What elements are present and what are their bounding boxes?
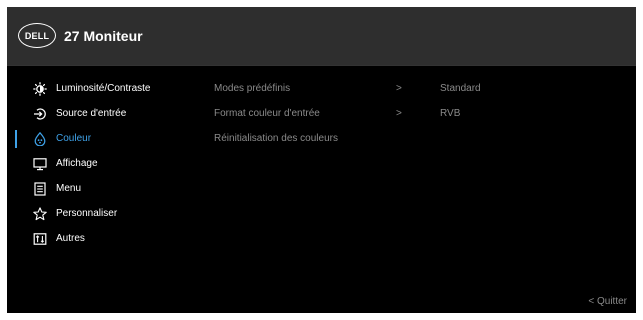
color-submenu: Modes prédéfinis > Standard Format coule… [214, 76, 634, 151]
input-source-icon [33, 107, 47, 121]
submenu-row-input-color-format[interactable]: Format couleur d'entrée > RVB [214, 101, 634, 126]
display-icon [33, 157, 47, 171]
dell-logo: DELL [18, 23, 56, 48]
monitor-osd: DELL 27 Moniteur Luminosité/Contraste So… [7, 7, 636, 313]
menu-item-label: Affichage [56, 158, 98, 169]
menu-item-input-source[interactable]: Source d'entrée [7, 101, 207, 126]
menu-list-icon [33, 182, 47, 196]
star-icon [33, 207, 47, 221]
monitor-title: 27 Moniteur [64, 28, 143, 44]
menu-item-color[interactable]: Couleur [7, 126, 207, 151]
chevron-right-icon: > [396, 83, 402, 94]
submenu-row-preset-modes[interactable]: Modes prédéfinis > Standard [214, 76, 634, 101]
menu-item-brightness-contrast[interactable]: Luminosité/Contraste [7, 76, 207, 101]
menu-item-label: Couleur [56, 133, 92, 144]
menu-item-personalize[interactable]: Personnaliser [7, 201, 207, 226]
menu-item-display[interactable]: Affichage [7, 151, 207, 176]
exit-button[interactable]: < Quitter [588, 296, 627, 307]
menu-item-label: Luminosité/Contraste [56, 83, 151, 94]
menu-item-label: Personnaliser [56, 208, 118, 219]
submenu-value: Standard [440, 83, 481, 94]
main-menu: Luminosité/Contraste Source d'entrée Cou… [7, 76, 207, 251]
submenu-label: Modes prédéfinis [214, 83, 291, 94]
header-divider [7, 65, 636, 66]
menu-item-others[interactable]: Autres [7, 226, 207, 251]
submenu-row-reset-color[interactable]: Réinitialisation des couleurs [214, 126, 634, 151]
osd-header: DELL 27 Moniteur [7, 7, 636, 65]
brightness-icon [33, 82, 47, 96]
active-indicator [15, 130, 17, 148]
submenu-label: Format couleur d'entrée [214, 108, 320, 119]
submenu-label: Réinitialisation des couleurs [214, 133, 338, 144]
chevron-right-icon: > [396, 108, 402, 119]
menu-item-label: Source d'entrée [56, 108, 127, 119]
color-palette-icon [33, 132, 47, 146]
menu-item-menu[interactable]: Menu [7, 176, 207, 201]
menu-item-label: Autres [56, 233, 85, 244]
submenu-value: RVB [440, 108, 461, 119]
others-icon [33, 232, 47, 246]
menu-item-label: Menu [56, 183, 82, 194]
